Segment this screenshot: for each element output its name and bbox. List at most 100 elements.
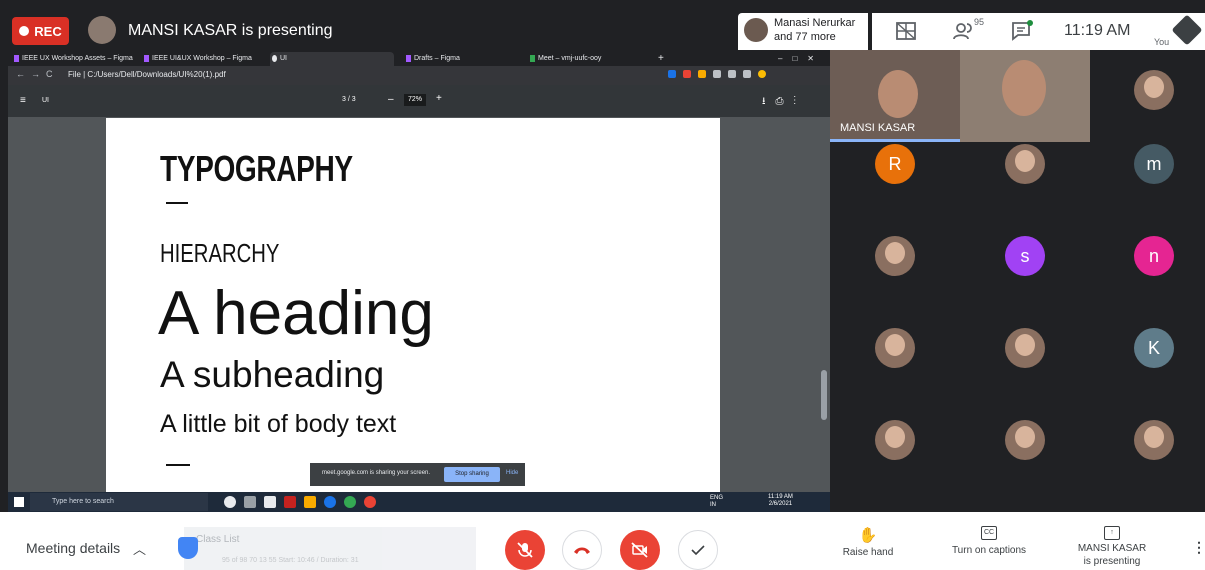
self-avatar-icon[interactable] <box>1171 14 1203 46</box>
extension-icon[interactable] <box>743 70 751 78</box>
hide-button[interactable]: Hide <box>506 470 518 476</box>
taskbar-clock[interactable]: 11:19 AM 2/6/2021 <box>768 494 793 508</box>
pdf-section-heading: HIERARCHY <box>160 238 280 268</box>
screen-share-notice: meet.google.com is sharing your screen. … <box>310 463 525 486</box>
participant-video <box>1002 60 1046 116</box>
browser-tab-strip: IEEE UX Workshop Assets – Figma IEEE UI&… <box>8 50 830 66</box>
participant-initial-avatar[interactable]: s <box>1005 236 1045 276</box>
extension-icon[interactable] <box>668 70 676 78</box>
browser-tab[interactable]: IEEE UX Workshop Assets – Figma <box>12 52 136 66</box>
presenting-status: is presenting <box>1083 556 1141 567</box>
participant-initial-avatar[interactable]: R <box>875 144 915 184</box>
pdf-toolbar: ≡ UI 3 / 3 – 72% + ⭳⎙⋮ <box>8 85 830 117</box>
recording-dot-icon <box>19 26 30 36</box>
windows-start-icon[interactable] <box>14 497 24 507</box>
windows-taskbar: Type here to search ENG IN 11:19 AM 2/6/… <box>8 492 830 512</box>
class-list-label: Class List <box>196 534 240 545</box>
url-field[interactable]: File | C:/Users/Dell/Downloads/UI%20(1).… <box>68 70 226 79</box>
participant-photo-avatar[interactable] <box>875 420 915 460</box>
address-bar: ←→C File | C:/Users/Dell/Downloads/UI%20… <box>8 66 830 85</box>
participant-initial-avatar[interactable]: n <box>1134 236 1174 276</box>
people-icon[interactable] <box>952 20 976 42</box>
check-icon <box>691 545 705 556</box>
participant-photo-avatar[interactable] <box>875 236 915 276</box>
meet-bottom-bar: Meeting details ︿ Class List 95 of 98 70… <box>0 512 1205 570</box>
participant-photo-avatar[interactable] <box>1005 420 1045 460</box>
extension-icon[interactable] <box>728 70 736 78</box>
browser-tab[interactable]: Meet – vmj-uufc-ooy <box>528 52 638 66</box>
share-notice-text: meet.google.com is sharing your screen. <box>322 470 431 476</box>
participant-summary[interactable]: Manasi Nerurkar and 77 more <box>738 13 868 50</box>
task-view-icon[interactable] <box>244 496 256 508</box>
chevron-up-icon[interactable]: ︿ <box>133 539 146 558</box>
participant-photo-avatar[interactable] <box>1134 70 1174 110</box>
system-tray: ENG IN <box>710 495 724 508</box>
pdf-page: TYPOGRAPHY HIERARCHY A heading A subhead… <box>106 118 720 492</box>
present-screen-icon: ↑ <box>1104 526 1120 540</box>
meeting-details-button[interactable]: Meeting details <box>26 540 120 556</box>
active-speaker-indicator <box>830 139 960 142</box>
pdf-filename: UI <box>42 97 49 104</box>
shield-icon[interactable] <box>178 537 198 559</box>
leave-call-button[interactable] <box>562 530 602 570</box>
zoom-out-button[interactable]: – <box>388 94 394 105</box>
folder-icon[interactable] <box>304 496 316 508</box>
chat-icon[interactable] <box>1010 20 1034 42</box>
raise-hand-button[interactable]: ✋ Raise hand <box>840 526 896 558</box>
browser-tab-active[interactable]: UI <box>270 52 394 66</box>
presenting-status-button[interactable]: ↑ MANSI KASAR is presenting <box>1074 526 1150 568</box>
window-controls[interactable]: –□✕ <box>768 52 828 66</box>
extension-icon[interactable] <box>683 70 691 78</box>
shared-screen: IEEE UX Workshop Assets – Figma IEEE UI&… <box>8 50 830 512</box>
browser-tab[interactable]: Drafts – Figma <box>404 52 514 66</box>
zoom-field[interactable]: 72% <box>404 94 426 106</box>
captions-button[interactable]: CC Turn on captions <box>944 526 1034 556</box>
participant-photo-avatar[interactable] <box>1134 420 1174 460</box>
meet-window: REC MANSI KASAR is presenting Manasi Ner… <box>0 0 1205 570</box>
pdf-scrollbar[interactable] <box>821 370 827 420</box>
layout-grid-icon[interactable] <box>894 20 918 42</box>
cortana-icon[interactable] <box>224 496 236 508</box>
extension-icon[interactable] <box>698 70 706 78</box>
captions-icon: CC <box>981 526 997 540</box>
store-icon[interactable] <box>264 496 276 508</box>
nav-buttons-icon[interactable]: ←→C <box>16 69 59 79</box>
download-print-icons[interactable]: ⭳⎙⋮ <box>762 94 806 111</box>
recording-badge: REC <box>12 17 69 45</box>
participant-video <box>878 70 918 118</box>
check-button[interactable] <box>678 530 718 570</box>
stop-sharing-button[interactable]: Stop sharing <box>444 467 500 482</box>
more-options-icon[interactable]: ⋮ <box>1192 539 1205 556</box>
participant-photo-avatar[interactable] <box>1005 144 1045 184</box>
participant-initial-avatar[interactable]: m <box>1134 144 1174 184</box>
menu-icon[interactable]: ≡ <box>20 95 26 106</box>
app-icon[interactable] <box>284 496 296 508</box>
mic-off-button[interactable] <box>505 530 545 570</box>
camera-off-button[interactable] <box>620 530 660 570</box>
browser-tab[interactable]: IEEE UI&UX Workshop – Figma <box>142 52 266 66</box>
extensions-row <box>668 70 818 80</box>
meet-right-toolbar: 95 11:19 AM You <box>872 13 1205 50</box>
meet-topbar: REC MANSI KASAR is presenting Manasi Ner… <box>0 0 1205 50</box>
participant-summary-avatar <box>744 18 768 42</box>
zoom-in-button[interactable]: + <box>436 93 442 104</box>
taskbar-search[interactable]: Type here to search <box>30 493 208 511</box>
edge-icon[interactable] <box>324 496 336 508</box>
new-tab-button[interactable]: + <box>654 52 674 66</box>
participant-photo-avatar[interactable] <box>875 328 915 368</box>
hang-up-icon <box>574 547 590 554</box>
profile-icon[interactable] <box>758 70 766 78</box>
chrome-icon[interactable] <box>364 496 376 508</box>
captions-label: Turn on captions <box>951 545 1027 556</box>
presenter-avatar <box>88 16 116 44</box>
video-tile[interactable] <box>960 50 1090 142</box>
participant-summary-name: Manasi Nerurkar <box>774 17 856 29</box>
extension-icon[interactable] <box>713 70 721 78</box>
participant-photo-avatar[interactable] <box>1005 328 1045 368</box>
participant-summary-more: and 77 more <box>774 31 836 43</box>
app-icon[interactable] <box>344 496 356 508</box>
speaker-video-tile[interactable]: MANSI KASAR <box>830 50 960 142</box>
participant-initial-avatar[interactable]: K <box>1134 328 1174 368</box>
page-indicator[interactable]: 3 / 3 <box>342 96 356 103</box>
meet-icon <box>530 55 535 62</box>
